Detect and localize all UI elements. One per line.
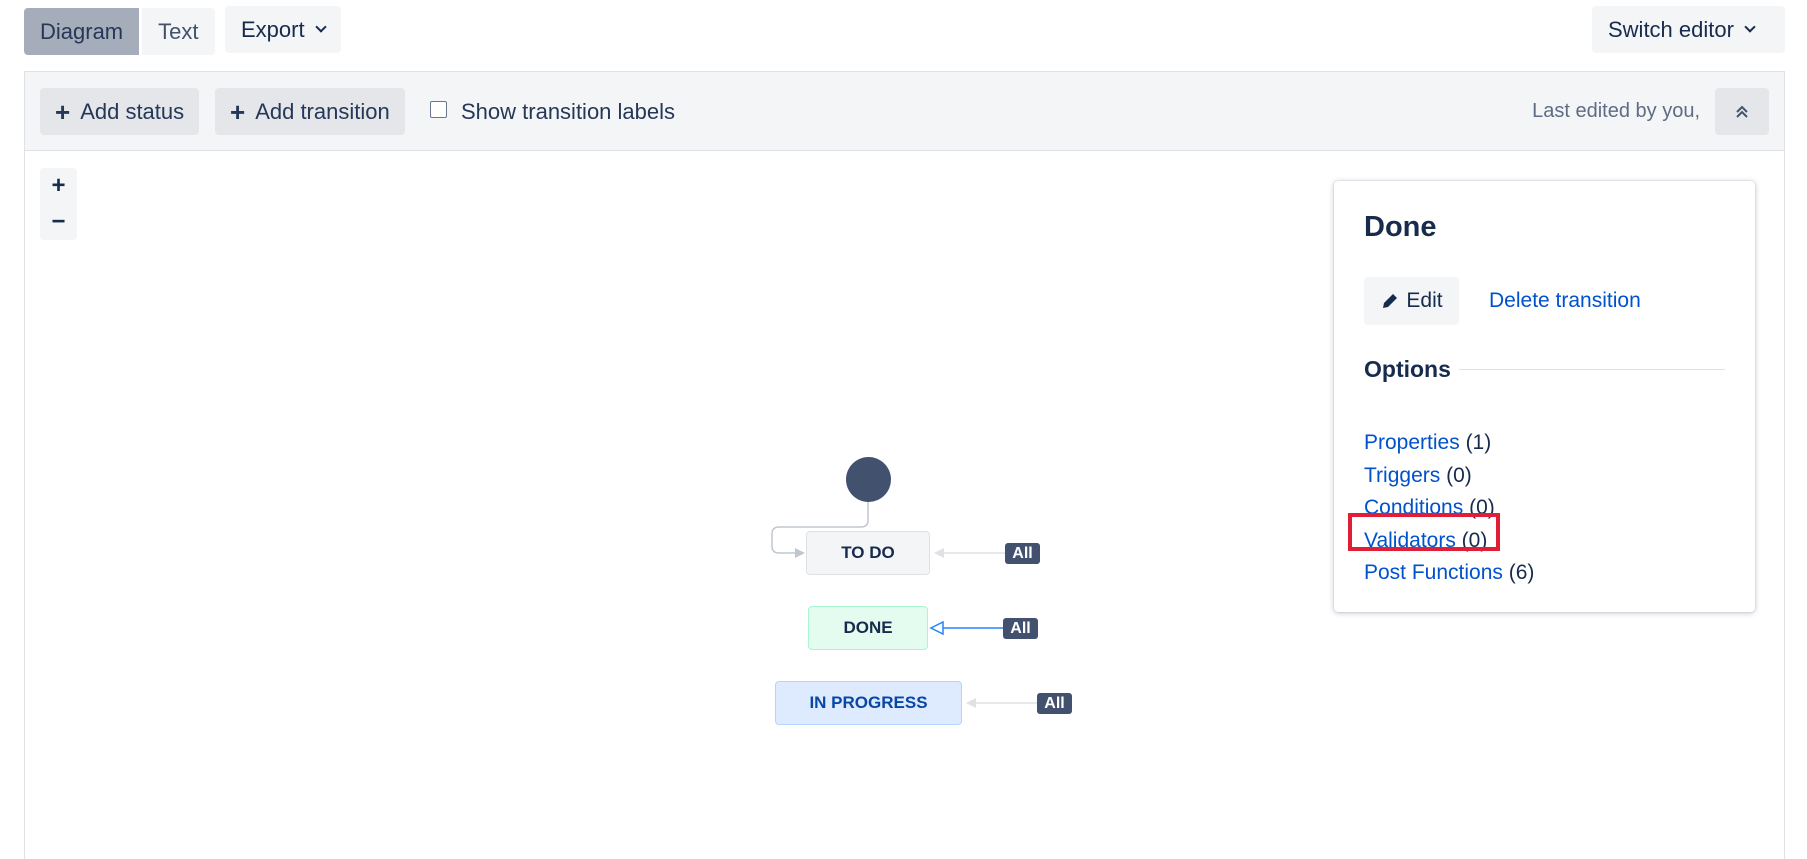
- add-transition-button[interactable]: + Add transition: [215, 88, 405, 135]
- validators-highlight-box: [1348, 513, 1500, 551]
- diagram-toolbar: + Add status + Add transition Show trans…: [25, 72, 1784, 151]
- show-transition-labels-label: Show transition labels: [461, 98, 676, 124]
- status-node-label: IN PROGRESS: [809, 693, 928, 712]
- show-transition-labels-checkbox[interactable]: [430, 101, 447, 118]
- view-mode-toggle: Diagram Text: [24, 8, 215, 55]
- export-button[interactable]: Export: [225, 6, 341, 53]
- status-node-in-progress[interactable]: IN PROGRESS: [775, 681, 962, 725]
- status-node-label: TO DO: [841, 543, 895, 562]
- options-heading: Options: [1364, 356, 1725, 383]
- export-label: Export: [241, 16, 305, 42]
- status-node-done[interactable]: DONE: [808, 606, 928, 650]
- zoom-controls: + −: [40, 168, 77, 240]
- option-count: (0): [1446, 464, 1472, 487]
- double-chevron-up-icon: [1736, 105, 1748, 118]
- zoom-in-button[interactable]: +: [40, 168, 77, 204]
- edit-transition-button[interactable]: Edit: [1364, 277, 1459, 325]
- global-transition-badge-in-progress[interactable]: All: [1037, 693, 1072, 714]
- panel-title: Done: [1364, 211, 1437, 243]
- option-post-functions: Post Functions (6): [1364, 561, 1534, 585]
- tab-text[interactable]: Text: [142, 8, 215, 55]
- show-transition-labels-toggle[interactable]: Show transition labels: [430, 88, 675, 135]
- option-properties: Properties (1): [1364, 431, 1491, 455]
- global-transition-badge-done[interactable]: All: [1003, 618, 1038, 639]
- switch-editor-label: Switch editor: [1608, 16, 1734, 42]
- global-transition-badge-todo[interactable]: All: [1005, 543, 1040, 564]
- pencil-icon: [1383, 294, 1398, 308]
- options-heading-label: Options: [1364, 356, 1451, 382]
- options-divider: [1458, 369, 1725, 370]
- edit-label: Edit: [1406, 289, 1443, 312]
- add-status-button[interactable]: + Add status: [40, 88, 200, 135]
- chevron-down-icon: [1744, 21, 1756, 33]
- status-node-todo[interactable]: TO DO: [806, 531, 930, 575]
- status-node-label: DONE: [843, 618, 893, 637]
- workflow-start-node[interactable]: [846, 457, 891, 502]
- option-count: (6): [1508, 561, 1535, 584]
- chevron-down-icon: [314, 21, 327, 33]
- add-transition-label: Add transition: [255, 98, 390, 124]
- zoom-out-button[interactable]: −: [40, 204, 77, 240]
- option-post-functions-link[interactable]: Post Functions: [1364, 561, 1503, 584]
- option-triggers-link[interactable]: Triggers: [1364, 464, 1440, 487]
- last-edited-text: Last edited by you,: [1532, 100, 1700, 122]
- plus-icon: +: [55, 96, 71, 127]
- option-count: (1): [1465, 431, 1492, 454]
- add-status-label: Add status: [80, 98, 185, 124]
- tab-diagram[interactable]: Diagram: [24, 8, 140, 55]
- delete-transition-link[interactable]: Delete transition: [1489, 277, 1641, 325]
- editor-header: Diagram Text Export Switch editor: [0, 0, 1807, 62]
- option-properties-link[interactable]: Properties: [1364, 431, 1460, 454]
- plus-icon: +: [230, 96, 246, 127]
- switch-editor-button[interactable]: Switch editor: [1592, 6, 1785, 53]
- option-triggers: Triggers (0): [1364, 464, 1472, 488]
- collapse-toolbar-button[interactable]: [1715, 88, 1769, 135]
